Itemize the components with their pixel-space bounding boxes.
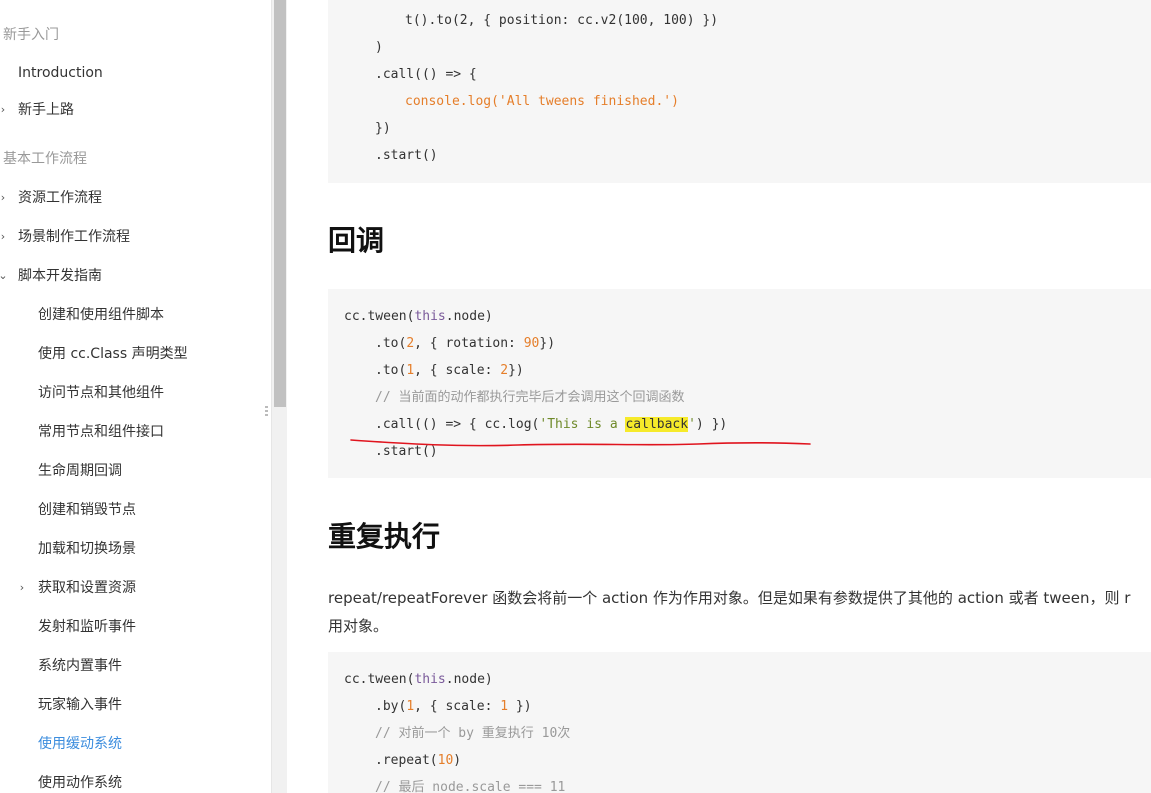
sidebar-item-tween[interactable]: 使用缓动系统 <box>38 734 122 754</box>
code-text: t().to(2, { position: cc.v2(100, 100) }) <box>405 13 719 28</box>
sidebar-item-access-node[interactable]: 访问节点和其他组件 <box>38 383 164 403</box>
sidebar-item-internal-events[interactable]: 系统内置事件 <box>38 656 122 676</box>
code-text: .to( <box>375 363 407 378</box>
code-line: .call(() => { <box>375 67 477 82</box>
code-block: cc.tween(this.node) .by(1, { scale: 1 })… <box>328 652 1151 793</box>
red-underline-annotation <box>350 439 811 447</box>
code-string: ' <box>688 417 696 432</box>
code-comment: // 对前一个 by 重复执行 10次 <box>375 726 571 741</box>
sidebar-item-asset-workflow[interactable]: 资源工作流程 <box>18 188 102 208</box>
sidebar-item-events[interactable]: 发射和监听事件 <box>38 617 136 637</box>
code-number: 2 <box>500 363 509 378</box>
heading-repeat: 重复执行 <box>328 520 441 553</box>
code-line: ) <box>375 40 383 55</box>
sidebar-item-input-events[interactable]: 玩家输入事件 <box>38 695 122 715</box>
main-content: t().to(2, { position: cc.v2(100, 100) })… <box>288 0 1151 793</box>
code-number: 1 <box>406 699 415 714</box>
sidebar-item-getting-started-guide[interactable]: 新手上路 <box>18 100 74 120</box>
sidebar-item-create-component-script[interactable]: 创建和使用组件脚本 <box>38 305 164 325</box>
code-line: }) <box>375 121 391 136</box>
sidebar-item-lifecycle[interactable]: 生命周期回调 <box>38 461 122 481</box>
sidebar-section-basic-workflow: 基本工作流程 <box>3 151 87 167</box>
sidebar-item-actions[interactable]: 使用动作系统 <box>38 773 122 793</box>
code-text: }) <box>508 699 532 714</box>
code-line: t().to(2, { position: cc.v2(100, 100) }) <box>405 11 718 31</box>
code-text: .node) <box>445 672 493 687</box>
code-text: , { scale: <box>414 363 501 378</box>
highlighted-term: callback <box>625 417 689 432</box>
code-line: .start() <box>375 148 438 163</box>
sidebar-item-load-assets[interactable]: 获取和设置资源 <box>38 578 136 598</box>
code-keyword: this <box>414 672 446 687</box>
repeat-description-cont: 用对象。 <box>328 617 389 635</box>
chevron-right-icon[interactable]: › <box>0 100 8 120</box>
code-line: cc.tween(this.node) <box>344 307 493 327</box>
code-text: }) <box>539 336 556 351</box>
chevron-right-icon[interactable]: › <box>17 578 27 598</box>
code-text: .to( <box>375 336 407 351</box>
code-line: cc.tween(this.node) <box>344 670 493 690</box>
scrollbar-thumb[interactable] <box>274 0 286 407</box>
code-text: , { scale: <box>414 699 501 714</box>
code-text: cc.tween( <box>344 309 415 324</box>
code-string: 'This is a <box>539 417 626 432</box>
chevron-right-icon[interactable]: › <box>0 227 8 247</box>
sidebar-scrollbar[interactable] <box>271 0 287 793</box>
code-text: .call(() => { cc.log( <box>375 417 540 432</box>
sidebar-item-load-scene[interactable]: 加载和切换场景 <box>38 539 136 559</box>
chevron-right-icon[interactable]: › <box>0 188 8 208</box>
code-text: }) <box>508 363 524 378</box>
code-text: ) }) <box>695 417 728 432</box>
repeat-description: repeat/repeatForever 函数会将前一个 action 作为作用… <box>328 589 1131 607</box>
code-text: .node) <box>445 309 493 324</box>
code-keyword: this <box>414 309 446 324</box>
code-number: 90 <box>523 336 540 351</box>
code-line: .repeat(10) <box>375 751 461 771</box>
code-line: .to(1, { scale: 2}) <box>375 361 524 381</box>
code-number: 2 <box>406 336 415 351</box>
code-line: .to(2, { rotation: 90}) <box>375 334 555 354</box>
code-text: cc.tween( <box>344 672 415 687</box>
code-block: t().to(2, { position: cc.v2(100, 100) })… <box>328 0 1151 183</box>
sidebar-section-getting-started: 新手入门 <box>3 27 59 43</box>
heading-callback: 回调 <box>328 224 385 257</box>
code-number: 1 <box>500 699 509 714</box>
sidebar: 新手入门 Introduction › 新手上路 基本工作流程 › 资源工作流程… <box>0 0 271 793</box>
code-text: .by( <box>375 699 407 714</box>
sidebar-item-scene-workflow[interactable]: 场景制作工作流程 <box>18 227 130 247</box>
code-comment: // 当前面的动作都执行完毕后才会调用这个回调函数 <box>375 390 685 405</box>
code-number: 1 <box>406 363 415 378</box>
code-comment: // 最后 node.scale === 11 <box>375 780 566 793</box>
code-line: .by(1, { scale: 1 }) <box>375 697 532 717</box>
sidebar-item-scripting-guide[interactable]: 脚本开发指南 <box>18 266 102 286</box>
code-text: .repeat( <box>375 753 438 768</box>
code-text: ) <box>453 753 462 768</box>
resize-handle[interactable] <box>265 406 269 420</box>
sidebar-item-common-api[interactable]: 常用节点和组件接口 <box>38 422 164 442</box>
chevron-down-icon[interactable]: ⌄ <box>0 266 8 286</box>
code-line: console.log('All tweens finished.') <box>405 94 679 109</box>
code-number: 10 <box>437 753 454 768</box>
sidebar-item-cc-class[interactable]: 使用 cc.Class 声明类型 <box>38 344 188 364</box>
sidebar-item-introduction[interactable]: Introduction <box>18 63 103 83</box>
code-text: , { rotation: <box>414 336 524 351</box>
sidebar-item-create-destroy[interactable]: 创建和销毁节点 <box>38 500 136 520</box>
